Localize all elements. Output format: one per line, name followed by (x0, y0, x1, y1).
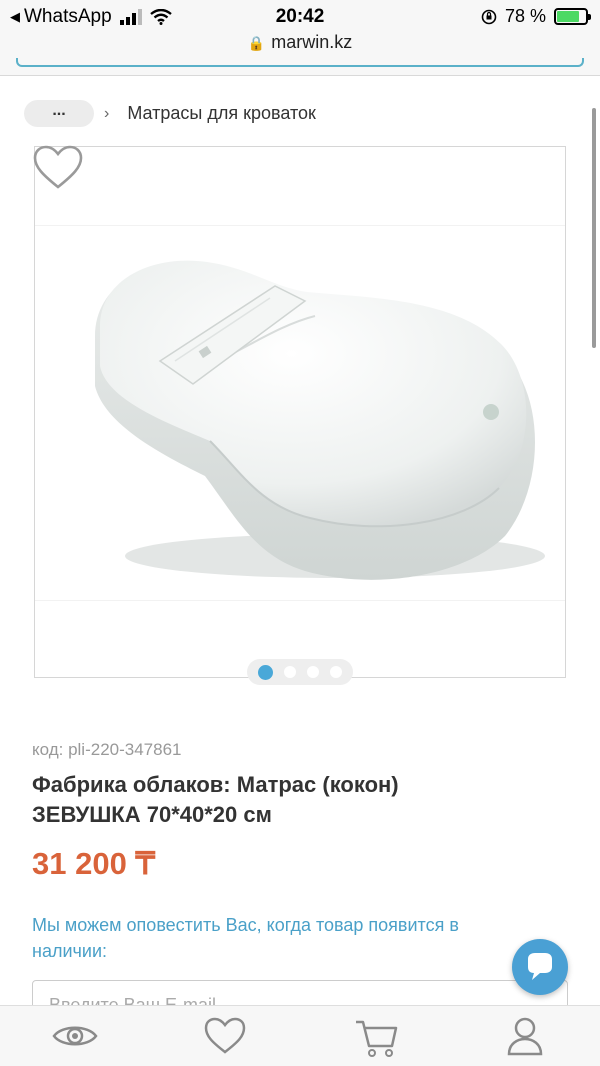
battery-charging-icon (554, 8, 591, 25)
gallery-dot[interactable] (329, 666, 342, 678)
nav-favorites[interactable] (200, 1014, 250, 1058)
nav-profile[interactable] (500, 1014, 550, 1058)
bottom-navigation (0, 1005, 600, 1066)
status-bar: ◀ WhatsApp 20:42 78 % (0, 0, 600, 32)
cart-icon (356, 1020, 398, 1057)
site-header-edge (0, 58, 600, 76)
breadcrumb-current[interactable]: Матрасы для кроваток (127, 103, 316, 124)
heart-icon[interactable] (33, 145, 83, 191)
product-title: Фабрика облаков: Матрас (кокон) ЗЕВУШКА … (32, 772, 399, 827)
product-sku: код: pli-220-347861 (32, 740, 182, 759)
battery-percent: 78 % (504, 6, 546, 26)
gallery-pagination (247, 659, 353, 685)
mattress-illustration (95, 260, 545, 580)
product-price: 31 200 ₸ (32, 846, 156, 881)
gallery-dot[interactable] (306, 666, 319, 678)
eye-icon (52, 1026, 98, 1046)
search-field-edge[interactable] (16, 58, 584, 67)
url-text: marwin.kz (271, 32, 353, 52)
user-icon (507, 1017, 543, 1056)
product-image[interactable] (35, 225, 565, 601)
orientation-lock-icon (481, 9, 497, 24)
chevron-right-icon: › (104, 104, 110, 122)
nav-cart[interactable] (352, 1014, 402, 1058)
address-bar[interactable]: 🔒 marwin.kz (0, 32, 600, 58)
lock-icon: 🔒 (247, 35, 266, 51)
scrollbar[interactable] (592, 108, 596, 348)
notify-text: Мы можем оповестить Вас, когда товар поя… (32, 915, 459, 961)
chat-button[interactable] (512, 939, 568, 995)
breadcrumb-more-button[interactable]: ... (24, 100, 94, 127)
gallery-dot[interactable] (284, 666, 297, 678)
product-gallery[interactable] (33, 145, 566, 678)
breadcrumb: ... › Матрасы для кроваток (24, 100, 316, 127)
chat-bubble-icon (528, 953, 552, 980)
nav-viewed[interactable] (50, 1014, 100, 1058)
heart-icon (204, 1017, 246, 1054)
gallery-dot[interactable] (258, 664, 274, 680)
